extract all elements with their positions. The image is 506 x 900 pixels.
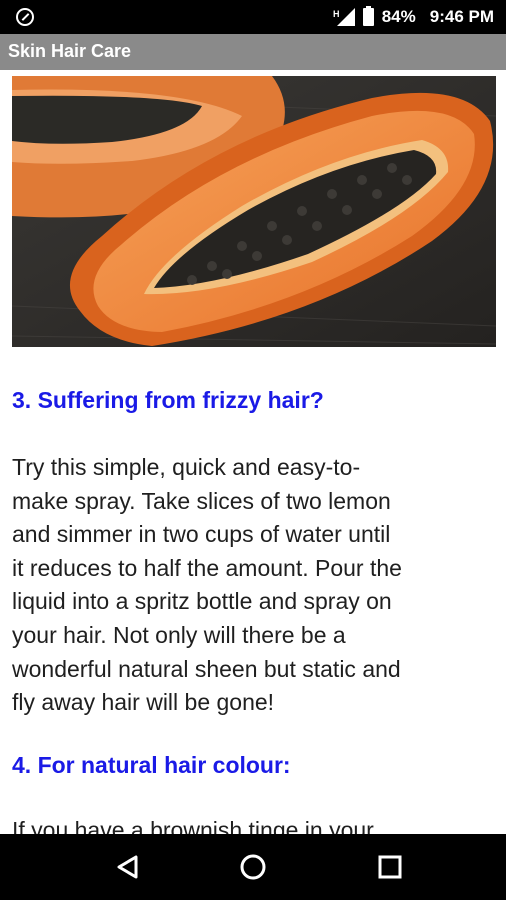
paragraph-line: Try this simple, quick and easy-to- (12, 454, 361, 480)
section-heading-3: 3. Suffering from frizzy hair? (12, 387, 324, 413)
app-title: Skin Hair Care (8, 41, 132, 61)
paragraph-line: liquid into a spritz bottle and spray on (12, 588, 392, 615)
section-heading-4: 4. For natural hair colour: (12, 752, 291, 778)
paragraph-line: and simmer in two cups of water until (12, 521, 391, 548)
paragraph-line: fly away hair will be gone! (12, 689, 275, 716)
navigation-bar (0, 834, 506, 900)
battery-icon (362, 6, 374, 26)
recents-icon[interactable] (373, 850, 407, 884)
paragraph-line: If you have a brownish tinge in your (12, 817, 374, 834)
papaya-image (12, 76, 496, 347)
home-icon[interactable] (236, 850, 270, 884)
section-3-paragraph: Try this simple, quick and easy-to- make… (12, 451, 498, 720)
battery-percent: 84% (381, 7, 416, 26)
paragraph-line: it reduces to half the amount. Pour the (12, 554, 402, 581)
app-bar: Skin Hair Care (0, 34, 506, 70)
svg-text:H: H (333, 9, 340, 19)
article-content[interactable]: 3. Suffering from frizzy hair? Try this … (0, 70, 506, 834)
paragraph-line: your hair. Not only will there be a (12, 621, 346, 648)
status-bar: H 84% 9:46 PM (0, 0, 506, 34)
signal-icon: H (333, 8, 355, 26)
back-icon[interactable] (112, 850, 146, 884)
paragraph-line: make spray. Take slices of two lemon (12, 487, 391, 514)
clock: 9:46 PM (429, 7, 494, 26)
section-4-paragraph: If you have a brownish tinge in your (12, 814, 498, 834)
do-not-disturb-icon (16, 8, 34, 26)
paragraph-line: wonderful natural sheen but static and (12, 655, 401, 682)
